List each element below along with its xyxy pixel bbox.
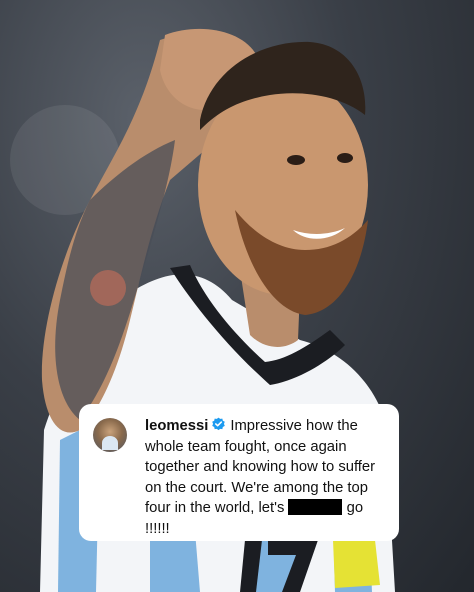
caption-text: leomessi Impressive how the whole team fo… [145,416,385,539]
username-link[interactable]: leomessi [145,418,208,434]
caption-line: together and knowing how to suffer [145,459,376,475]
post-image: leomessi Impressive how the whole team fo… [0,0,474,592]
caption-line: !!!!!! [145,520,170,537]
caption-line: four in the world, let's [145,500,285,516]
caption-card: leomessi Impressive how the whole team fo… [79,404,399,541]
caption-line: on the court. We're among the top [145,479,368,496]
redaction-bar [288,499,343,515]
caption-line: whole team fought, once again [145,438,347,455]
caption-line: Impressive how the [230,418,358,434]
caption-line: go [346,500,364,516]
profile-avatar[interactable] [93,418,127,452]
verified-badge-icon [212,417,226,431]
